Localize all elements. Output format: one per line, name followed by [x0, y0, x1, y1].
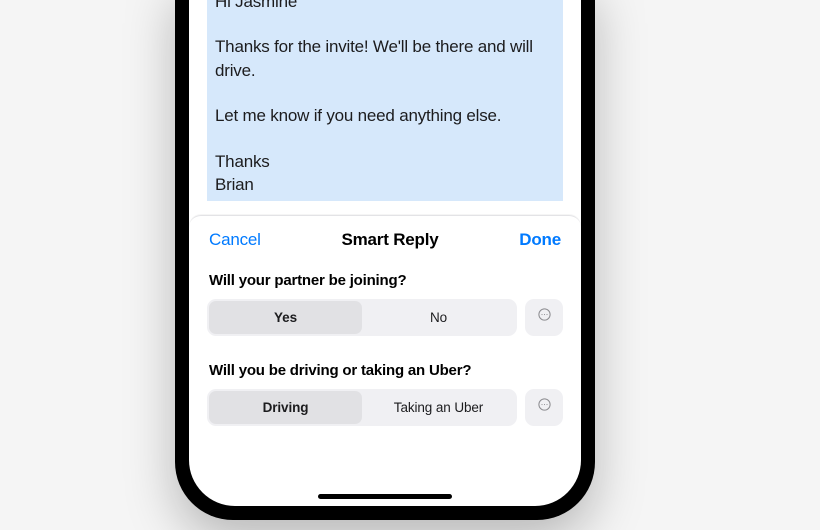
- ellipsis-icon: [537, 397, 552, 417]
- email-greeting: Hi Jasmine: [215, 0, 555, 13]
- email-compose-area[interactable]: Hi Jasmine Thanks for the invite! We'll …: [189, 0, 581, 201]
- choice-driving[interactable]: Driving: [209, 391, 362, 424]
- home-indicator[interactable]: [318, 494, 452, 499]
- question-2-choices: Driving Taking an Uber: [207, 389, 563, 426]
- email-sender-name: Brian: [215, 173, 555, 196]
- question-2-prompt: Will you be driving or taking an Uber?: [209, 362, 561, 379]
- sheet-title: Smart Reply: [342, 230, 439, 250]
- segmented-control-1: Yes No: [207, 299, 517, 336]
- sheet-header: Cancel Smart Reply Done: [207, 216, 563, 266]
- choice-taking-uber[interactable]: Taking an Uber: [362, 391, 515, 424]
- more-options-button-2[interactable]: [525, 389, 563, 426]
- email-paragraph-2: Let me know if you need anything else.: [215, 104, 555, 127]
- segmented-control-2: Driving Taking an Uber: [207, 389, 517, 426]
- question-1-prompt: Will your partner be joining?: [209, 272, 561, 289]
- choice-yes[interactable]: Yes: [209, 301, 362, 334]
- smart-reply-sheet: Cancel Smart Reply Done Will your partne…: [189, 215, 581, 506]
- phone-frame: Hi Jasmine Thanks for the invite! We'll …: [175, 0, 595, 520]
- done-button[interactable]: Done: [519, 230, 561, 250]
- email-signoff: Thanks: [215, 150, 555, 173]
- email-paragraph-1: Thanks for the invite! We'll be there an…: [215, 35, 555, 82]
- question-1-choices: Yes No: [207, 299, 563, 336]
- ellipsis-icon: [537, 307, 552, 327]
- choice-no[interactable]: No: [362, 301, 515, 334]
- email-body-highlight: Hi Jasmine Thanks for the invite! We'll …: [207, 0, 563, 201]
- more-options-button-1[interactable]: [525, 299, 563, 336]
- phone-screen: Hi Jasmine Thanks for the invite! We'll …: [189, 0, 581, 506]
- cancel-button[interactable]: Cancel: [209, 230, 261, 250]
